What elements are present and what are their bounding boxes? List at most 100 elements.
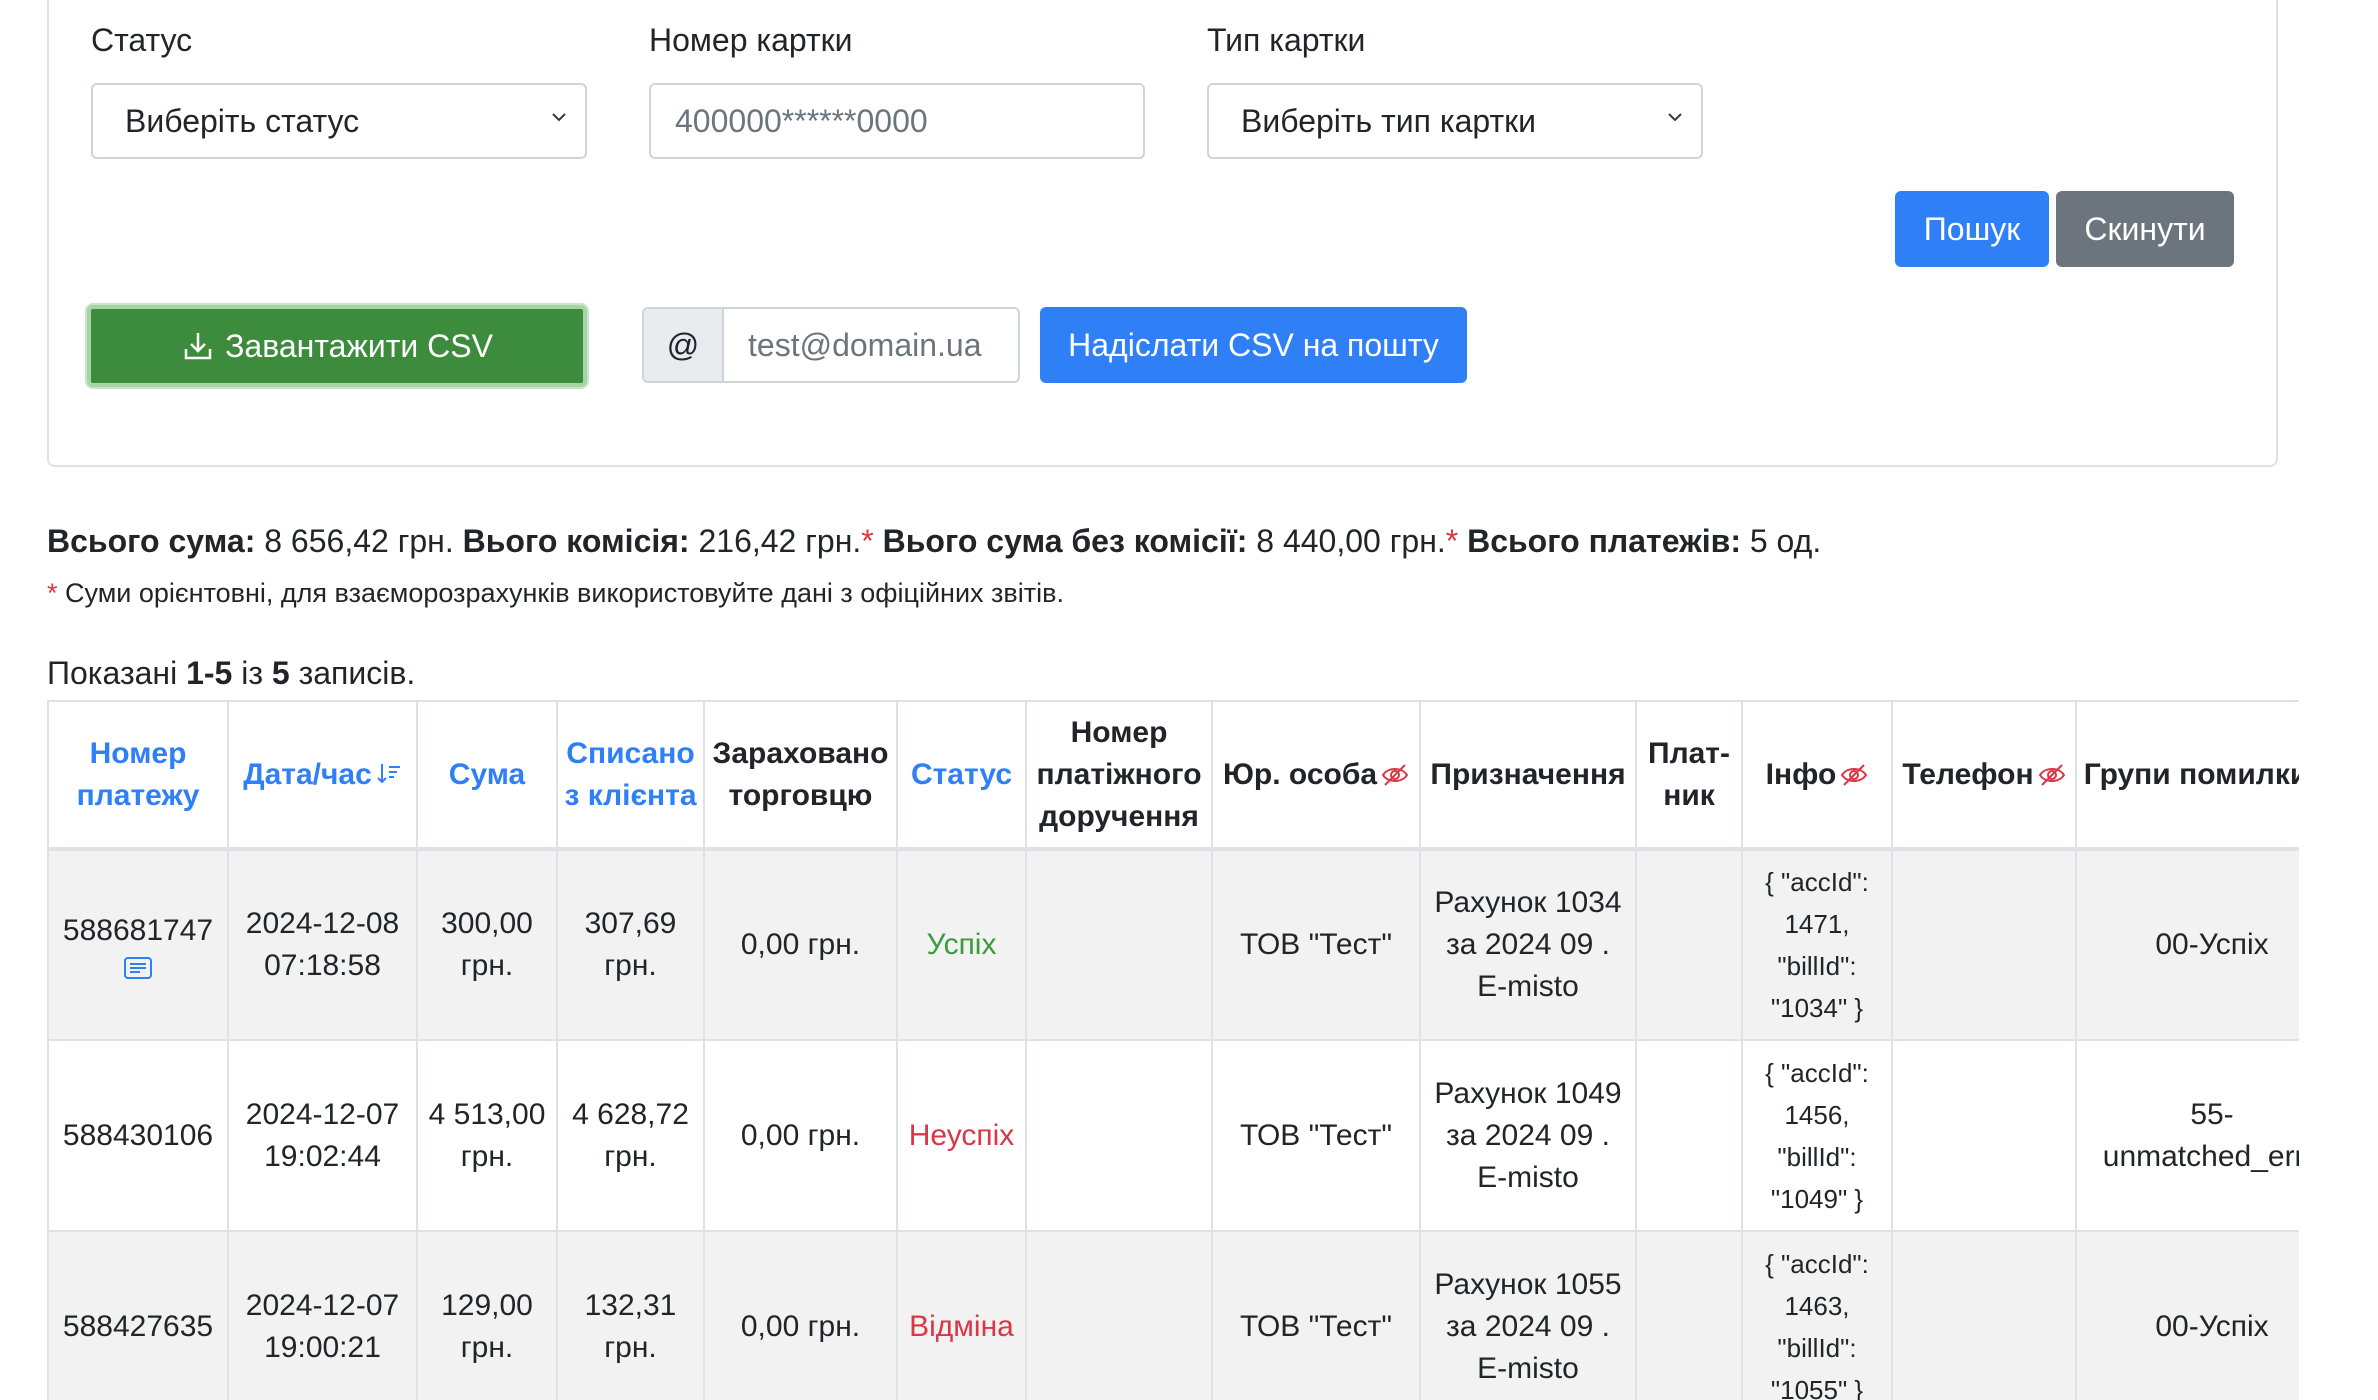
send-csv-button[interactable]: Надіслати CSV на пошту [1040,307,1467,383]
search-button[interactable]: Пошук [1895,191,2049,267]
footnote-star: * [1445,523,1459,559]
cell-phone [1891,1039,2077,1232]
shown-middle: із [241,655,263,691]
cell-charged: 132,31 грн. [556,1230,705,1400]
cell-status: Відміна [896,1230,1027,1400]
email-field[interactable]: test@domain.ua [724,309,1018,381]
total-commission-label: Вього комісія: [462,523,690,559]
cell-payment-number: 588427635 [47,1230,229,1400]
totals-note: * Суми орієнтовні, для взаєморозрахунків… [47,578,1064,609]
note-star: * [47,578,58,608]
email-addon: @ [644,309,724,381]
card-number-label: Номер картки [649,22,853,58]
footnote-star: * [861,523,874,559]
status-label: Статус [91,22,193,58]
cell-datetime: 2024-12-07 19:02:44 [227,1039,418,1232]
total-without-commission-value: 8 440,00 грн. [1256,523,1446,559]
cell-info: { "accId": 1463, "billId": "1055" } [1741,1230,1893,1400]
cell-phone [1891,1230,2077,1400]
card-type-select-value: Виберіть тип картки [1241,102,1536,139]
total-commission-value: 216,42 грн. [698,523,862,559]
column-header-credited: Зараховано торговцю [703,700,898,851]
cell-order-number [1025,848,1213,1041]
cell-purpose: Рахунок 1034 за 2024 09 . E-misto [1419,848,1637,1041]
cell-payer [1635,1230,1743,1400]
column-header-status[interactable]: Статус [896,700,1027,851]
cell-datetime: 2024-12-08 07:18:58 [227,848,418,1041]
note-text: Суми орієнтовні, для взаєморозрахунків в… [65,578,1064,608]
payments-table: Номер платежу Дата/час Сума Списано з кл… [47,700,2299,1400]
eye-slash-icon[interactable] [1381,763,1409,787]
cell-legal-entity: ТОВ "Тест" [1211,1039,1421,1232]
cell-legal-entity: ТОВ "Тест" [1211,1230,1421,1400]
table-header-row: Номер платежу Дата/час Сума Списано з кл… [47,700,2299,851]
column-header-info: Інфо [1741,700,1893,851]
column-header-legal-entity: Юр. особа [1211,700,1421,851]
cell-charged: 307,69 грн. [556,848,705,1041]
column-header-phone: Телефон [1891,700,2077,851]
cell-info: { "accId": 1471, "billId": "1034" } [1741,848,1893,1041]
table-row: 588427635 2024-12-07 19:00:21 129,00 грн. … [47,1230,2299,1400]
shown-prefix: Показані [47,655,178,691]
cell-payer [1635,1039,1743,1232]
status-select-value: Виберіть статус [125,102,360,139]
cell-order-number [1025,1230,1213,1400]
table-row: 588681747 2024-12-08 07:18:58 300,00 грн. … [47,848,2299,1041]
card-type-select[interactable]: Виберіть тип картки [1207,83,1703,159]
totals-summary: Всього сума: 8 656,42 грн. Вього комісія… [47,523,1821,560]
column-header-charged[interactable]: Списано з клієнта [556,700,705,851]
column-header-error-groups: Групи помилки [2075,700,2299,851]
column-header-datetime[interactable]: Дата/час [227,700,418,851]
cell-info: { "accId": 1456, "billId": "1049" } [1741,1039,1893,1232]
download-icon [184,333,212,360]
column-header-payment-number[interactable]: Номер платежу [47,700,229,851]
chevron-down-icon [552,113,566,122]
status-select[interactable]: Виберіть статус [91,83,587,159]
email-placeholder: test@domain.ua [748,326,982,363]
cell-phone [1891,848,2077,1041]
email-input-group: @ test@domain.ua [642,307,1020,383]
document-details-icon[interactable] [123,956,153,980]
eye-slash-icon[interactable] [2038,763,2066,787]
download-csv-button[interactable]: Завантажити CSV [87,305,587,387]
eye-slash-icon[interactable] [1840,763,1868,787]
total-payments-label: Всього платежів: [1467,523,1741,559]
cell-credited: 0,00 грн. [703,1230,898,1400]
card-number-placeholder: 400000******0000 [675,102,928,139]
cell-status: Неуспіх [896,1039,1027,1232]
sort-desc-icon [377,763,400,783]
cell-amount: 300,00 грн. [416,848,558,1041]
card-number-input[interactable]: 400000******0000 [649,83,1145,159]
payments-table-container: Номер платежу Дата/час Сума Списано з кл… [47,700,2299,1400]
shown-suffix: записів. [298,655,416,691]
cell-error-groups: 00-Успіх [2075,1230,2299,1400]
filter-panel: Статус Виберіть статус Номер картки 4000… [47,0,2278,467]
column-header-order-number: Номер платіжного доручення [1025,700,1213,851]
cell-charged: 4 628,72 грн. [556,1039,705,1232]
shown-total: 5 [271,655,290,691]
download-csv-label: Завантажити CSV [225,327,493,364]
total-payments-value: 5 од. [1749,523,1822,559]
column-header-amount[interactable]: Сума [416,700,558,851]
column-header-payer: Плат-ник [1635,700,1743,851]
cell-payment-number: 588430106 [47,1039,229,1232]
cell-credited: 0,00 грн. [703,848,898,1041]
reset-button[interactable]: Скинути [2056,191,2234,267]
cell-purpose: Рахунок 1055 за 2024 09 . E-misto [1419,1230,1637,1400]
cell-datetime: 2024-12-07 19:00:21 [227,1230,418,1400]
chevron-down-icon [1668,113,1682,122]
column-header-purpose: Призначення [1419,700,1637,851]
cell-amount: 4 513,00 грн. [416,1039,558,1232]
cell-legal-entity: ТОВ "Тест" [1211,848,1421,1041]
cell-order-number [1025,1039,1213,1232]
cell-payer [1635,848,1743,1041]
total-sum-label: Всього сума: [47,523,256,559]
shown-range: 1-5 [186,655,233,691]
cell-error-groups: 00-Успіх [2075,848,2299,1041]
cell-payment-number: 588681747 [47,848,229,1041]
card-type-label: Тип картки [1207,22,1366,58]
total-sum-value: 8 656,42 грн. [264,523,454,559]
table-row: 588430106 2024-12-07 19:02:44 4 513,00 грн… [47,1039,2299,1232]
cell-amount: 129,00 грн. [416,1230,558,1400]
cell-error-groups: 55-unmatched_erro [2075,1039,2299,1232]
